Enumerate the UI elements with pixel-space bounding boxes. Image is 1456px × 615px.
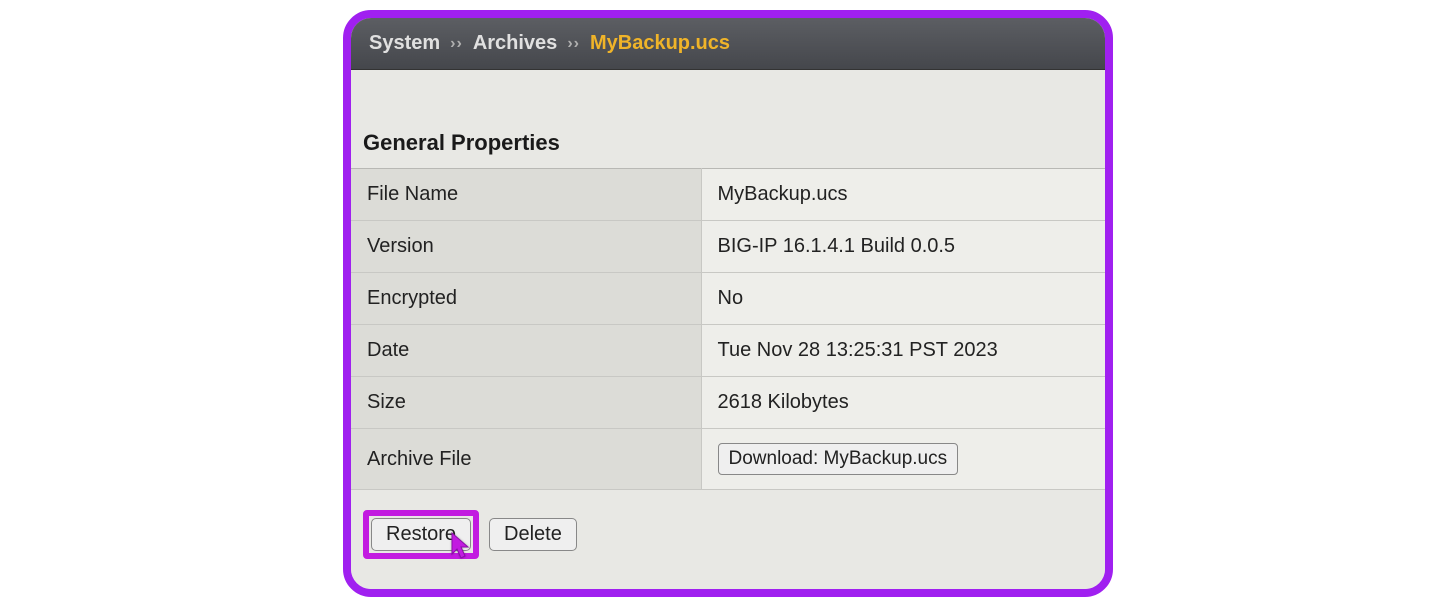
restore-highlight: Restore xyxy=(363,510,479,559)
table-row: Encrypted No xyxy=(351,273,1105,325)
app-frame: System ›› Archives ›› MyBackup.ucs Gener… xyxy=(343,10,1113,597)
breadcrumb: System ›› Archives ›› MyBackup.ucs xyxy=(351,18,1105,70)
version-label: Version xyxy=(351,221,701,273)
breadcrumb-separator-icon: ›› xyxy=(567,35,580,53)
archive-file-label: Archive File xyxy=(351,429,701,490)
size-label: Size xyxy=(351,377,701,429)
table-row: File Name MyBackup.ucs xyxy=(351,169,1105,221)
size-value: 2618 Kilobytes xyxy=(701,377,1105,429)
action-row: Restore Delete xyxy=(351,490,1105,559)
download-button[interactable]: Download: MyBackup.ucs xyxy=(718,443,959,475)
breadcrumb-system[interactable]: System xyxy=(369,32,440,55)
breadcrumb-archives[interactable]: Archives xyxy=(473,32,558,55)
date-label: Date xyxy=(351,325,701,377)
table-row: Size 2618 Kilobytes xyxy=(351,377,1105,429)
date-value: Tue Nov 28 13:25:31 PST 2023 xyxy=(701,325,1105,377)
archive-file-value: Download: MyBackup.ucs xyxy=(701,429,1105,490)
content-area: General Properties File Name MyBackup.uc… xyxy=(351,70,1105,589)
table-row: Archive File Download: MyBackup.ucs xyxy=(351,429,1105,490)
properties-table: File Name MyBackup.ucs Version BIG-IP 16… xyxy=(351,168,1105,490)
delete-button[interactable]: Delete xyxy=(489,518,577,551)
table-row: Version BIG-IP 16.1.4.1 Build 0.0.5 xyxy=(351,221,1105,273)
section-title: General Properties xyxy=(351,130,1105,168)
encrypted-value: No xyxy=(701,273,1105,325)
breadcrumb-separator-icon: ›› xyxy=(450,35,463,53)
restore-button[interactable]: Restore xyxy=(371,518,471,551)
encrypted-label: Encrypted xyxy=(351,273,701,325)
breadcrumb-current: MyBackup.ucs xyxy=(590,32,730,55)
version-value: BIG-IP 16.1.4.1 Build 0.0.5 xyxy=(701,221,1105,273)
table-row: Date Tue Nov 28 13:25:31 PST 2023 xyxy=(351,325,1105,377)
filename-label: File Name xyxy=(351,169,701,221)
filename-value: MyBackup.ucs xyxy=(701,169,1105,221)
